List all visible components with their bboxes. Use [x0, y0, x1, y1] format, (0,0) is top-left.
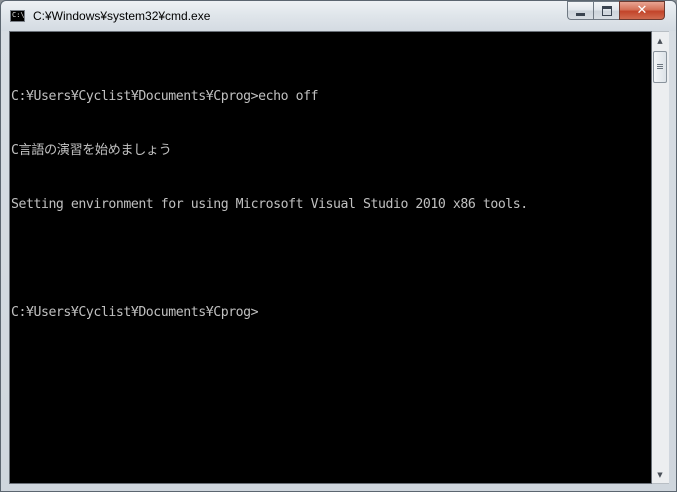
- minimize-icon: [576, 12, 585, 16]
- maximize-icon: [601, 5, 612, 16]
- maximize-button[interactable]: [593, 1, 619, 20]
- cmd-window: C:\ C:¥Windows¥system32¥cmd.exe ✕ C:¥Use…: [0, 0, 677, 492]
- close-icon: ✕: [636, 2, 648, 18]
- cmd-icon-label: C:\: [12, 11, 25, 19]
- minimize-button[interactable]: [567, 1, 593, 20]
- scroll-down-arrow-icon[interactable]: ▼: [652, 466, 668, 483]
- console-line: C:¥Users¥Cyclist¥Documents¥Cprog>echo of…: [11, 89, 319, 104]
- console-line: C言語の演習を始めましょう: [11, 143, 172, 158]
- thumb-grip-line: [657, 68, 663, 69]
- window-title: C:¥Windows¥system32¥cmd.exe: [33, 9, 211, 23]
- console-prompt-line: C:¥Users¥Cyclist¥Documents¥Cprog>: [11, 305, 259, 320]
- cmd-icon[interactable]: C:\: [10, 10, 25, 22]
- caption-buttons: ✕: [567, 1, 671, 21]
- thumb-grip-line: [657, 64, 663, 65]
- resize-grip[interactable]: [652, 484, 669, 492]
- console-text: C:¥Users¥Cyclist¥Documents¥Cprog>echo of…: [11, 52, 528, 358]
- vertical-scrollbar[interactable]: ▲ ▼: [652, 31, 669, 484]
- scroll-thumb[interactable]: [653, 51, 667, 83]
- console-output[interactable]: C:¥Users¥Cyclist¥Documents¥Cprog>echo of…: [9, 31, 652, 484]
- title-bar[interactable]: C:\ C:¥Windows¥system32¥cmd.exe ✕: [1, 1, 676, 31]
- thumb-grip-line: [657, 66, 663, 67]
- close-button[interactable]: ✕: [619, 1, 665, 20]
- console-line: Setting environment for using Microsoft …: [11, 197, 528, 212]
- scroll-up-arrow-icon[interactable]: ▲: [652, 32, 668, 49]
